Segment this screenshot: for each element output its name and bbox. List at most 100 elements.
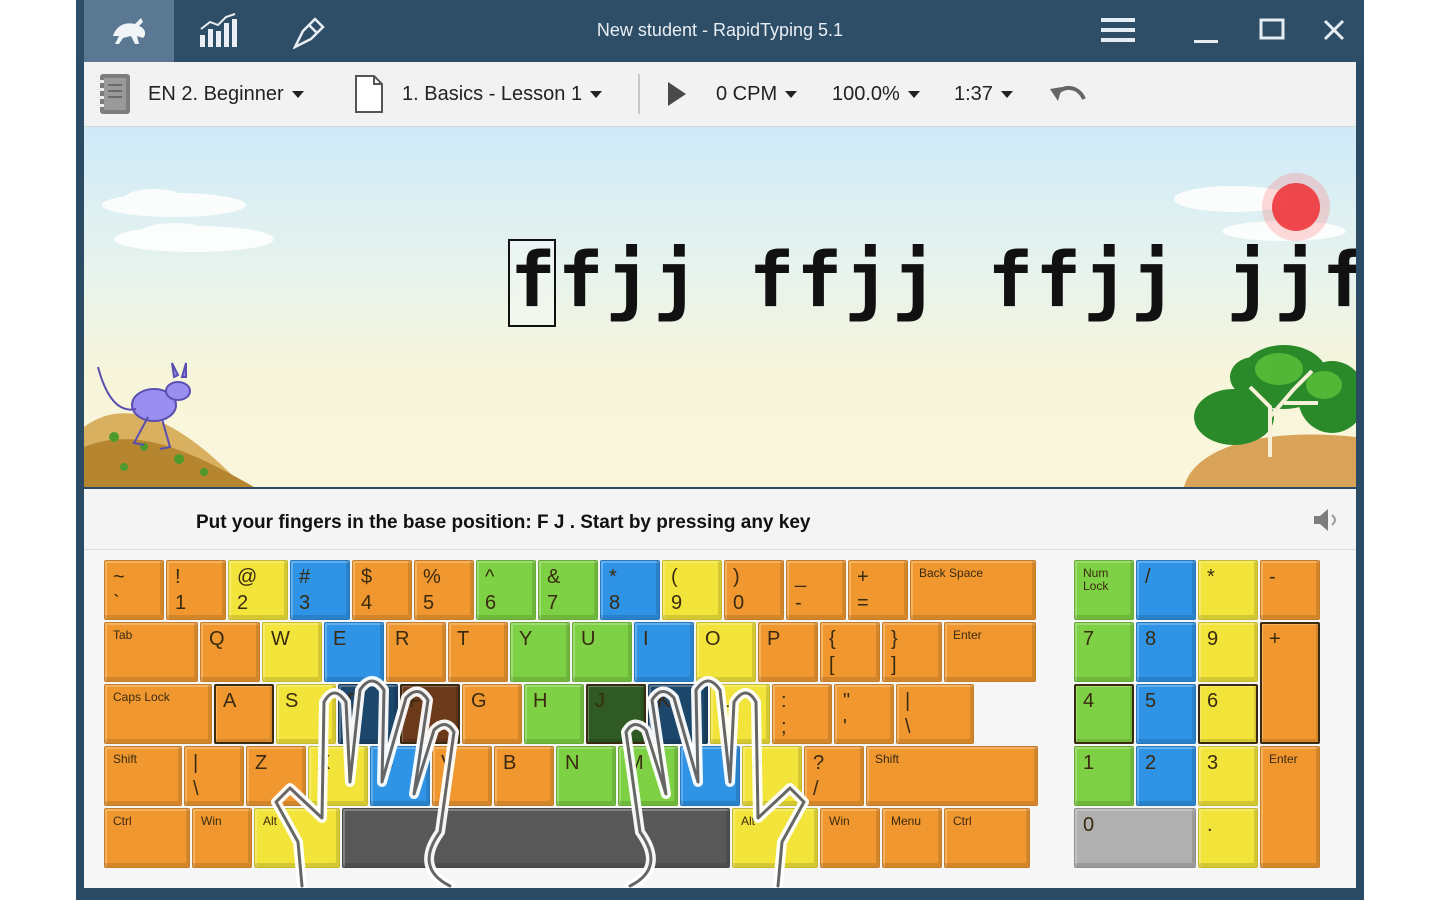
- menu-icon[interactable]: [1090, 8, 1146, 52]
- key-label: 3: [1207, 752, 1219, 774]
- numpad-key--: *: [1198, 560, 1258, 620]
- key--: ~ `: [104, 560, 164, 620]
- key--: " ': [834, 684, 894, 744]
- key-label: 6: [1207, 690, 1219, 712]
- key-ctrl: Ctrl: [104, 808, 190, 868]
- key-label: Num Lock: [1083, 566, 1109, 593]
- key-label: 5: [1145, 690, 1157, 712]
- key-label: Shift: [875, 752, 900, 766]
- key-label: |: [193, 752, 199, 774]
- key-label: _: [795, 566, 807, 588]
- key-j: J: [586, 684, 646, 744]
- key-label: S: [285, 690, 299, 712]
- time-dropdown[interactable]: 1:37: [954, 62, 1013, 126]
- key--: _ -: [786, 560, 846, 620]
- undo-icon[interactable]: [1050, 62, 1088, 126]
- key-shift-label: 6: [485, 592, 497, 614]
- key--: (9: [662, 560, 722, 620]
- key-shift: Shift: [104, 746, 182, 806]
- key-alt: Alt: [254, 808, 340, 868]
- key-e: E: [324, 622, 384, 682]
- close-icon[interactable]: [1306, 8, 1362, 52]
- key-shift-label: =: [857, 592, 869, 614]
- key-shift-label: 5: [423, 592, 435, 614]
- key-label: Tab: [113, 628, 133, 642]
- chevron-down-icon: [907, 90, 920, 98]
- key-label: {: [829, 628, 836, 650]
- numpad-key--: /: [1136, 560, 1196, 620]
- hint-text: Put your fingers in the base position: F…: [196, 512, 811, 533]
- numpad-key-4: 4: [1074, 684, 1134, 744]
- key--: >: [742, 746, 802, 806]
- minimize-icon[interactable]: [1178, 8, 1234, 52]
- key-label: Shift: [113, 752, 138, 766]
- key-shift-label: ]: [891, 654, 897, 676]
- key-label: H: [533, 690, 548, 712]
- exercise-scene: ffjj ffjj ffjj jjf: [84, 127, 1356, 487]
- key-label: ~: [113, 566, 125, 588]
- key--: % 5: [414, 560, 474, 620]
- key-label: +: [857, 566, 869, 588]
- speaker-icon[interactable]: [1312, 507, 1338, 538]
- key-label: |: [905, 690, 911, 712]
- key--: + =: [848, 560, 908, 620]
- key-shift-label: 0: [733, 592, 745, 614]
- key-win: Win: [192, 808, 252, 868]
- key--: & 7: [538, 560, 598, 620]
- key-label: /: [1145, 566, 1151, 588]
- app-window: New student - RapidTyping 5.1 EN 2. Begi…: [76, 0, 1364, 900]
- virtual-keyboard: ~ `! 1 @2 #3 $4% 5 ^ 6 & 7 * 8(9) 0 _ - + = Back Space Tab Q…: [84, 550, 1356, 888]
- numpad-key-7: 7: [1074, 622, 1134, 682]
- key-u: U: [572, 622, 632, 682]
- key-label: ?: [813, 752, 825, 774]
- key--: ^ 6: [476, 560, 536, 620]
- key-shift-label: 9: [671, 592, 683, 614]
- key-label: !: [175, 566, 181, 588]
- toolbar-divider: [638, 74, 640, 114]
- key-label: Win: [829, 814, 850, 828]
- key-a: A: [214, 684, 274, 744]
- key-label: 8: [1145, 628, 1157, 650]
- key-label: Back Space: [919, 566, 984, 580]
- play-button[interactable]: [666, 62, 688, 126]
- key-label: Enter: [953, 628, 982, 642]
- key-label: B: [503, 752, 517, 774]
- course-dropdown[interactable]: EN 2. Beginner: [148, 62, 304, 126]
- numpad-key-3: 3: [1198, 746, 1258, 806]
- key-label: D: [347, 690, 362, 712]
- numpad-key-5: 5: [1136, 684, 1196, 744]
- accuracy-dropdown[interactable]: 100.0%: [832, 62, 920, 126]
- key--: | \: [896, 684, 974, 744]
- key-g: G: [462, 684, 522, 744]
- key--: }]: [882, 622, 942, 682]
- key-y: Y: [510, 622, 570, 682]
- chevron-down-icon: [291, 90, 304, 98]
- key-caps-lock: Caps Lock: [104, 684, 212, 744]
- key-z: Z: [246, 746, 306, 806]
- key-label: :: [781, 690, 787, 712]
- key-label: O: [705, 628, 721, 650]
- course-book-icon[interactable]: [94, 62, 134, 126]
- maximize-icon[interactable]: [1244, 8, 1300, 52]
- key-label: >: [751, 752, 763, 774]
- key-label: X: [317, 752, 331, 774]
- key-shift-label: \: [905, 716, 911, 738]
- key-q: Q: [200, 622, 260, 682]
- lesson-dropdown[interactable]: 1. Basics - Lesson 1: [402, 62, 603, 126]
- key-p: P: [758, 622, 818, 682]
- key-shift-label: -: [795, 592, 802, 614]
- key-m: M: [618, 746, 678, 806]
- key-shift-label: 7: [547, 592, 559, 614]
- key-i: I: [634, 622, 694, 682]
- key-shift-label: [: [829, 654, 835, 676]
- key-shift-label: 3: [299, 592, 311, 614]
- chevron-down-icon: [785, 90, 798, 98]
- key-shift: Shift: [866, 746, 1038, 806]
- key-label: Alt: [741, 814, 756, 828]
- speed-dropdown[interactable]: 0 CPM: [716, 62, 798, 126]
- key-win: Win: [820, 808, 880, 868]
- window-title: New student - RapidTyping 5.1: [596, 20, 844, 40]
- key-w: W: [262, 622, 322, 682]
- key-t: T: [448, 622, 508, 682]
- key-label: U: [581, 628, 596, 650]
